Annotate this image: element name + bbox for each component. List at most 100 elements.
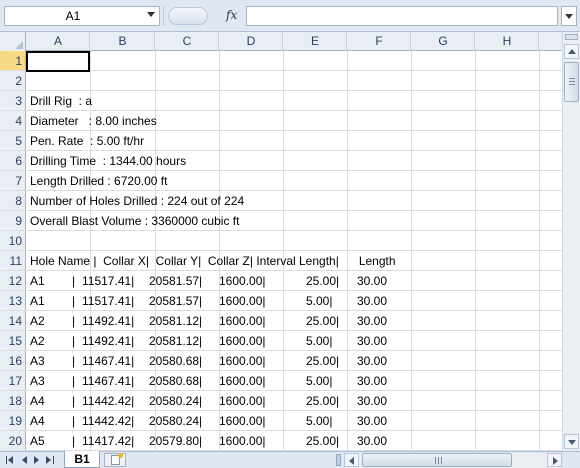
length-cell[interactable]: 30.00 xyxy=(357,291,387,311)
row-header[interactable]: 18 xyxy=(0,391,26,410)
expand-formula-bar-button[interactable] xyxy=(561,6,577,26)
collar-z-cell[interactable]: 1600.00| xyxy=(219,371,266,391)
interval-length-cell[interactable]: 25.00| xyxy=(306,271,339,291)
column-header-c[interactable]: C xyxy=(156,32,219,51)
hole-name-cell[interactable]: A3 xyxy=(30,371,45,391)
length-cell[interactable]: 30.00 xyxy=(357,271,387,291)
interval-length-cell[interactable]: 25.00| xyxy=(306,391,339,411)
cell-a4[interactable]: Diameter : 8.00 inches xyxy=(30,111,157,131)
collar-y-cell[interactable]: 20580.68| xyxy=(149,371,202,391)
column-header-h[interactable]: H xyxy=(476,32,539,51)
row-header[interactable]: 2 xyxy=(0,71,26,90)
row-header[interactable]: 7 xyxy=(0,171,26,190)
column-header-b[interactable]: B xyxy=(91,32,155,51)
scroll-right-icon[interactable] xyxy=(547,453,562,467)
collar-z-cell[interactable]: 1600.00| xyxy=(219,391,266,411)
interval-length-cell[interactable]: 25.00| xyxy=(306,431,339,451)
length-cell[interactable]: 30.00 xyxy=(357,371,387,391)
collar-y-cell[interactable]: 20580.24| xyxy=(149,411,202,431)
collar-y-cell[interactable]: 20580.24| xyxy=(149,391,202,411)
hole-name-cell[interactable]: A4 xyxy=(30,391,45,411)
name-box[interactable]: A1 xyxy=(4,6,160,26)
collar-y-cell[interactable]: 20579.80| xyxy=(149,431,202,451)
row-header[interactable]: 15 xyxy=(0,331,26,350)
row-header[interactable]: 12 xyxy=(0,271,26,290)
collar-x-cell[interactable]: 11517.41| xyxy=(82,271,134,291)
collar-z-cell[interactable]: 1600.00| xyxy=(219,431,266,451)
horizontal-scroll-thumb[interactable] xyxy=(362,453,512,467)
scroll-left-icon[interactable] xyxy=(344,453,359,467)
interval-length-cell[interactable]: 5.00| xyxy=(306,331,332,351)
collar-x-cell[interactable]: 11467.41| xyxy=(82,371,134,391)
hole-name-cell[interactable]: A3 xyxy=(30,351,45,371)
row-header[interactable]: 14 xyxy=(0,311,26,330)
collar-y-cell[interactable]: 20581.57| xyxy=(149,291,202,311)
vertical-scrollbar[interactable] xyxy=(562,32,580,451)
length-cell[interactable]: 30.00 xyxy=(357,331,387,351)
collar-y-cell[interactable]: 20580.68| xyxy=(149,351,202,371)
insert-worksheet-button[interactable] xyxy=(104,453,126,467)
collar-z-cell[interactable]: 1600.00| xyxy=(219,291,266,311)
row-header[interactable]: 3 xyxy=(0,91,26,110)
row-header[interactable]: 19 xyxy=(0,411,26,430)
hole-name-cell[interactable]: A2 xyxy=(30,331,45,351)
select-all-button[interactable] xyxy=(0,32,26,51)
row-header[interactable]: 16 xyxy=(0,351,26,370)
column-header-f[interactable]: F xyxy=(348,32,411,51)
horizontal-scrollbar[interactable] xyxy=(344,453,562,468)
collar-x-cell[interactable]: 11417.42| xyxy=(82,431,134,451)
formula-input[interactable] xyxy=(246,6,558,26)
length-cell[interactable]: 30.00 xyxy=(357,411,387,431)
length-cell[interactable]: 30.00 xyxy=(357,311,387,331)
insert-function-icon[interactable]: fx xyxy=(226,8,237,22)
row-header[interactable]: 6 xyxy=(0,151,26,170)
hole-name-cell[interactable]: A1 xyxy=(30,271,45,291)
vertical-scroll-thumb[interactable] xyxy=(564,62,579,102)
row-header[interactable]: 11 xyxy=(0,251,26,270)
cell-a6[interactable]: Drilling Time : 1344.00 hours xyxy=(30,151,186,171)
row-header[interactable]: 1 xyxy=(0,51,26,70)
collar-y-cell[interactable]: 20581.57| xyxy=(149,271,202,291)
collar-y-cell[interactable]: 20581.12| xyxy=(149,331,202,351)
previous-sheet-icon[interactable] xyxy=(20,455,30,465)
next-sheet-icon[interactable] xyxy=(32,455,42,465)
row-header[interactable]: 20 xyxy=(0,431,26,450)
collar-z-cell[interactable]: 1600.00| xyxy=(219,331,266,351)
column-header-e[interactable]: E xyxy=(284,32,347,51)
row-header[interactable]: 5 xyxy=(0,131,26,150)
interval-length-cell[interactable]: 5.00| xyxy=(306,411,332,431)
first-sheet-icon[interactable] xyxy=(6,455,16,465)
chevron-down-icon[interactable] xyxy=(147,12,155,17)
last-sheet-icon[interactable] xyxy=(44,455,54,465)
row-header[interactable]: 9 xyxy=(0,211,26,230)
collar-z-cell[interactable]: 1600.00| xyxy=(219,351,266,371)
length-cell[interactable]: 30.00 xyxy=(357,431,387,451)
interval-length-cell[interactable]: 5.00| xyxy=(306,291,332,311)
column-header-a[interactable]: A xyxy=(27,32,90,51)
cell-a5[interactable]: Pen. Rate : 5.00 ft/hr xyxy=(30,131,144,151)
split-box[interactable] xyxy=(565,34,578,40)
hole-name-cell[interactable]: A4 xyxy=(30,411,45,431)
hole-name-cell[interactable]: A2 xyxy=(30,311,45,331)
collar-x-cell[interactable]: 11442.42| xyxy=(82,391,134,411)
sheet-tab-b1[interactable]: B1 xyxy=(64,451,100,468)
scroll-down-icon[interactable] xyxy=(564,434,579,449)
row-header[interactable]: 17 xyxy=(0,371,26,390)
collar-x-cell[interactable]: 11492.41| xyxy=(82,311,134,331)
row-header[interactable]: 4 xyxy=(0,111,26,130)
collar-x-cell[interactable]: 11442.42| xyxy=(82,411,134,431)
cell-a8[interactable]: Number of Holes Drilled : 224 out of 224 xyxy=(30,191,244,211)
collar-y-cell[interactable]: 20581.12| xyxy=(149,311,202,331)
row-header[interactable]: 13 xyxy=(0,291,26,310)
interval-length-cell[interactable]: 5.00| xyxy=(306,371,332,391)
hole-name-cell[interactable]: A5 xyxy=(30,431,45,451)
hole-name-cell[interactable]: A1 xyxy=(30,291,45,311)
collar-z-cell[interactable]: 1600.00| xyxy=(219,311,266,331)
column-header-d[interactable]: D xyxy=(220,32,283,51)
collar-z-cell[interactable]: 1600.00| xyxy=(219,271,266,291)
scroll-up-icon[interactable] xyxy=(564,44,579,59)
worksheet-grid[interactable]: A B C D E F G H 1 2 3 Drill Rig : a 4 Di… xyxy=(0,32,562,451)
collar-z-cell[interactable]: 1600.00| xyxy=(219,411,266,431)
column-header-g[interactable]: G xyxy=(412,32,475,51)
cell-a7[interactable]: Length Drilled : 6720.00 ft xyxy=(30,171,167,191)
